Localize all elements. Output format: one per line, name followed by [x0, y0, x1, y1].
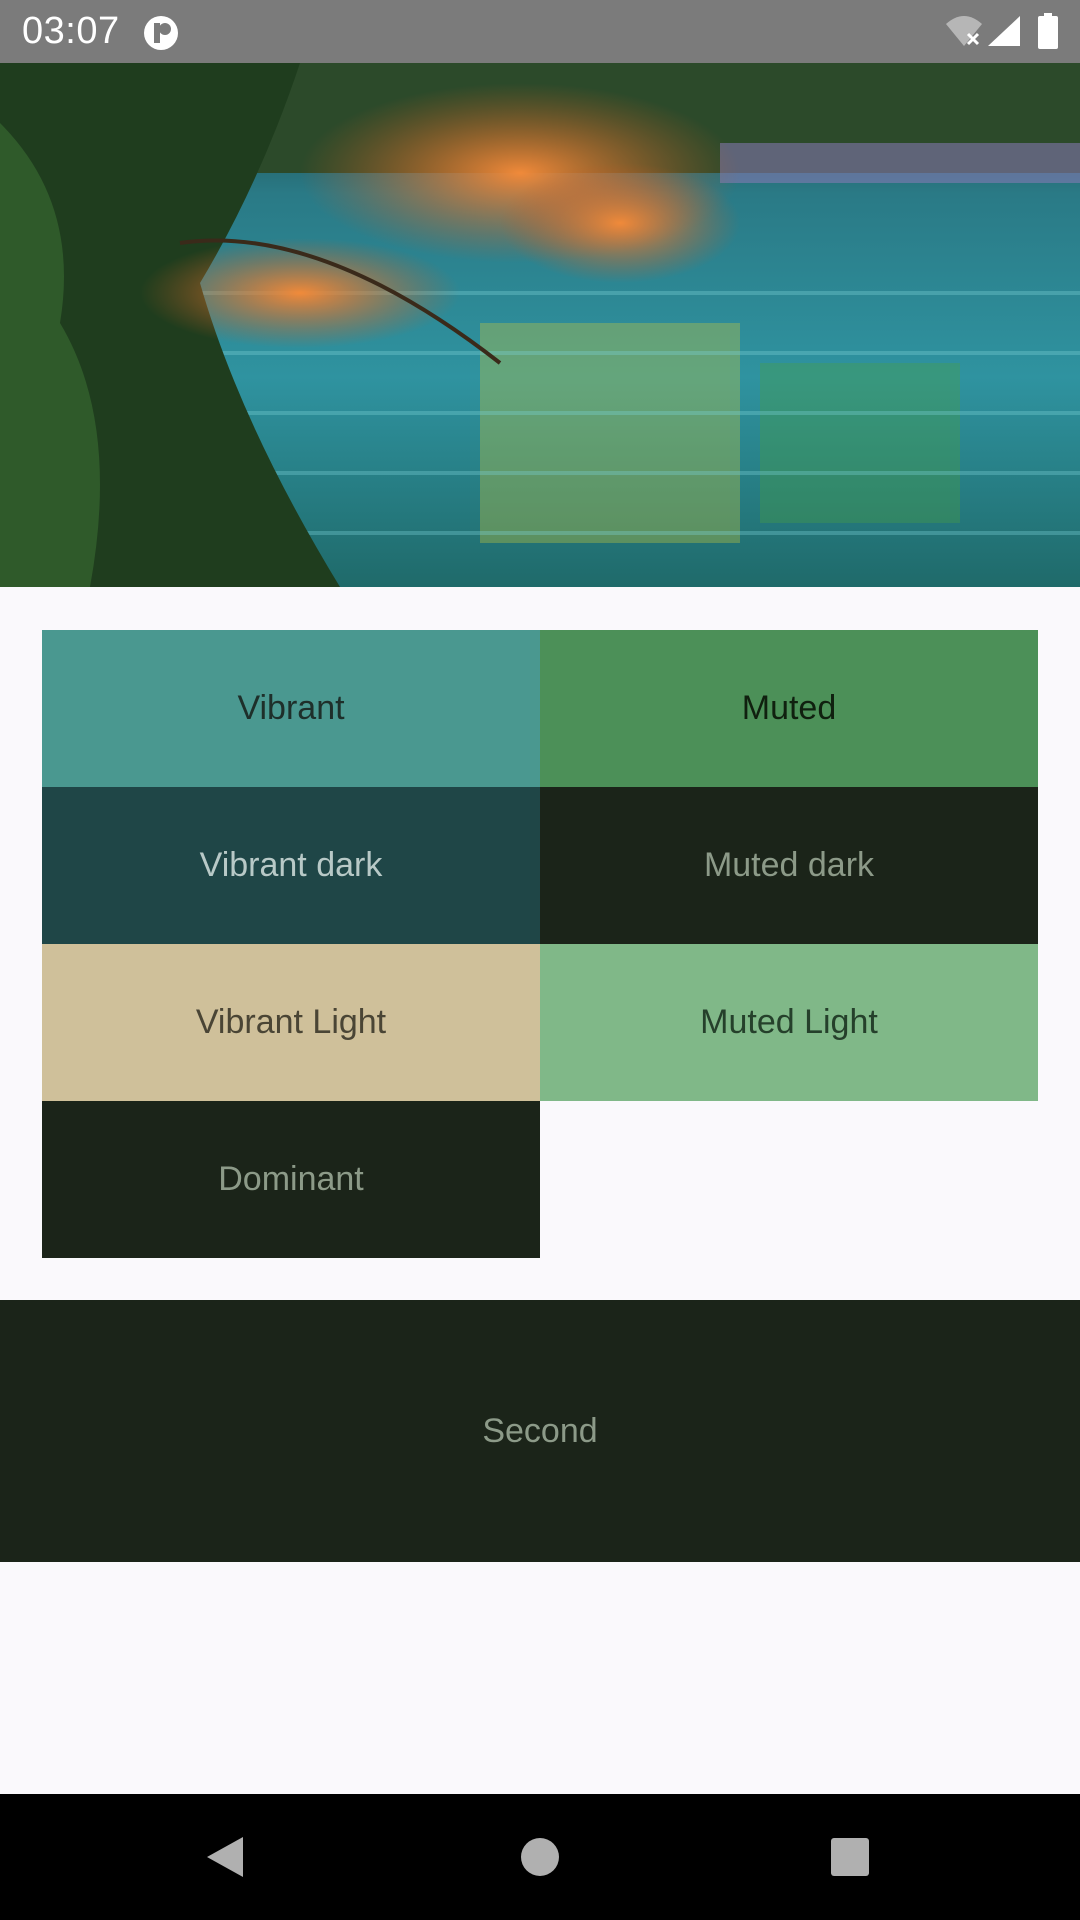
swatch-label: Vibrant [237, 689, 345, 727]
swatch-label: Dominant [218, 1160, 364, 1198]
recents-button[interactable] [815, 1822, 885, 1892]
app-notification-icon [144, 16, 178, 50]
navigation-bar [0, 1794, 1080, 1920]
second-label: Second [482, 1411, 598, 1450]
status-time: 03:07 [22, 10, 120, 52]
swatch-vibrant-dark: Vibrant dark [42, 787, 540, 944]
wifi-off-icon [946, 16, 982, 46]
swatch-label: Muted Light [700, 1003, 878, 1041]
home-icon [521, 1838, 559, 1876]
back-button[interactable] [190, 1822, 260, 1892]
second-panel: Second [0, 1300, 1080, 1562]
swatch-muted: Muted [540, 630, 1038, 787]
swatch-label: Muted dark [703, 846, 875, 884]
swatch-grid: Vibrant Muted Vibrant dark Muted dark Vi… [42, 630, 1038, 1258]
home-button[interactable] [505, 1822, 575, 1892]
status-bar: 03:07 [0, 0, 1080, 63]
swatch-dominant: Dominant [42, 1101, 540, 1258]
landscape-photo [0, 63, 1080, 587]
swatch-muted-dark: Muted dark [540, 787, 1038, 944]
swatch-muted-light: Muted Light [540, 944, 1038, 1101]
swatch-label: Vibrant Light [195, 1003, 387, 1041]
swatch-label: Muted [741, 689, 837, 727]
swatch-label: Vibrant dark [199, 846, 383, 884]
hero-image [0, 63, 1080, 587]
recents-icon [831, 1838, 869, 1876]
back-icon [207, 1837, 243, 1877]
swatch-vibrant-light: Vibrant Light [42, 944, 540, 1101]
battery-full-icon [1038, 13, 1058, 49]
swatch-vibrant: Vibrant [42, 630, 540, 787]
cell-signal-icon [988, 16, 1020, 46]
